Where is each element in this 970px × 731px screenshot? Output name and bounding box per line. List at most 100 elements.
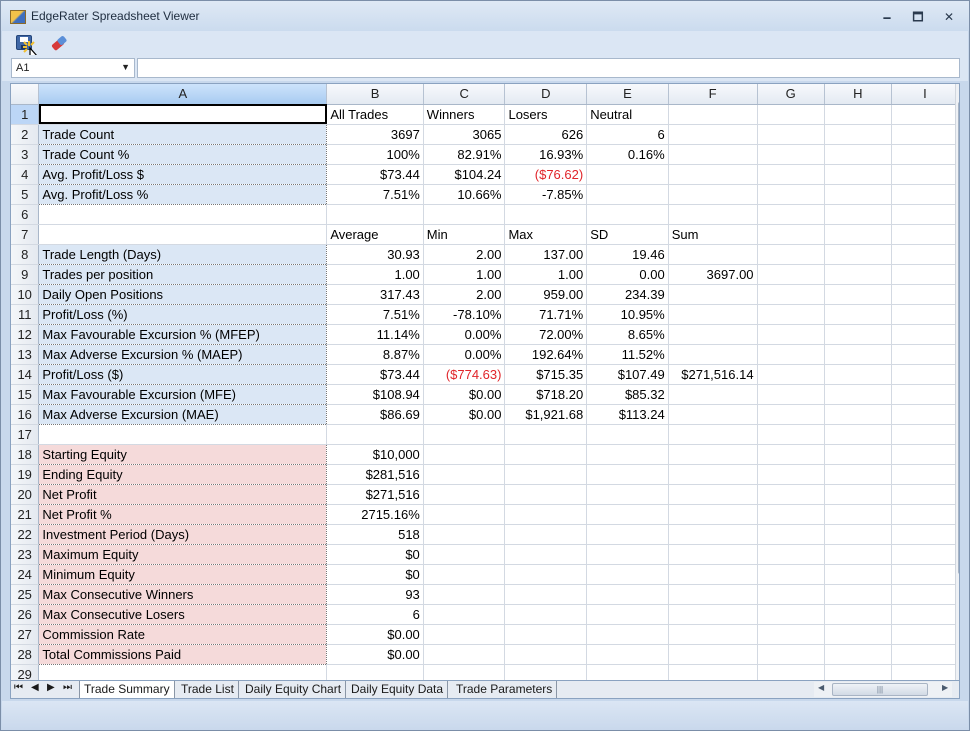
row-header[interactable]: 9	[11, 264, 40, 285]
cell-f6[interactable]	[668, 204, 758, 225]
cell-b25[interactable]: 93	[326, 584, 424, 605]
cell-g17[interactable]	[757, 424, 825, 445]
cell-b14[interactable]: $73.44	[326, 364, 424, 385]
vertical-scrollbar[interactable]: ▲ ≡ ▼	[955, 84, 959, 680]
cell-e12[interactable]: 8.65%	[586, 324, 669, 345]
cell-a14[interactable]: Profit/Loss ($)	[38, 364, 328, 385]
cell-a6[interactable]	[38, 204, 328, 225]
next-sheet-button[interactable]: ▶	[47, 682, 55, 693]
cell-c3[interactable]: 82.91%	[423, 144, 506, 165]
row-header[interactable]: 10	[11, 284, 40, 305]
row-header[interactable]: 18	[11, 444, 40, 465]
cell-g22[interactable]	[757, 524, 825, 545]
cell-h10[interactable]	[824, 284, 892, 305]
scroll-left-icon[interactable]: ◀	[818, 683, 824, 692]
cell-f9[interactable]: 3697.00	[668, 264, 758, 285]
cell-a1[interactable]	[38, 104, 328, 125]
cell-i12[interactable]	[891, 324, 959, 345]
cell-e28[interactable]	[586, 644, 669, 665]
row-header[interactable]: 16	[11, 404, 40, 425]
cell-c4[interactable]: $104.24	[423, 164, 506, 185]
row-header[interactable]: 29	[11, 664, 40, 680]
cell-h24[interactable]	[824, 564, 892, 585]
cell-b18[interactable]: $10,000	[326, 444, 424, 465]
cell-f25[interactable]	[668, 584, 758, 605]
cell-i21[interactable]	[891, 504, 959, 525]
cell-d26[interactable]	[504, 604, 588, 625]
cell-b28[interactable]: $0.00	[326, 644, 424, 665]
cell-d10[interactable]: 959.00	[504, 284, 588, 305]
cell-e4[interactable]	[586, 164, 669, 185]
cell-b10[interactable]: 317.43	[326, 284, 424, 305]
cell-h28[interactable]	[824, 644, 892, 665]
column-header-b[interactable]: B	[326, 84, 424, 105]
cell-e5[interactable]	[586, 184, 669, 205]
row-header[interactable]: 26	[11, 604, 40, 625]
cell-b2[interactable]: 3697	[326, 124, 424, 145]
cell-g21[interactable]	[757, 504, 825, 525]
cell-i20[interactable]	[891, 484, 959, 505]
cell-a12[interactable]: Max Favourable Excursion % (MFEP)	[38, 324, 328, 345]
cell-e27[interactable]	[586, 624, 669, 645]
cell-e25[interactable]	[586, 584, 669, 605]
cell-f19[interactable]	[668, 464, 758, 485]
row-header[interactable]: 4	[11, 164, 40, 185]
cell-h27[interactable]	[824, 624, 892, 645]
cell-e6[interactable]	[586, 204, 669, 225]
column-header-h[interactable]: H	[824, 84, 892, 105]
cell-f4[interactable]	[668, 164, 758, 185]
cell-e29[interactable]	[586, 664, 669, 680]
cell-c17[interactable]	[423, 424, 506, 445]
cell-a24[interactable]: Minimum Equity	[38, 564, 328, 585]
cell-f17[interactable]	[668, 424, 758, 445]
cell-d29[interactable]	[504, 664, 588, 680]
cell-g8[interactable]	[757, 244, 825, 265]
row-header[interactable]: 2	[11, 124, 40, 145]
cell-f22[interactable]	[668, 524, 758, 545]
cell-h2[interactable]	[824, 124, 892, 145]
cell-d7[interactable]: Max	[504, 224, 588, 245]
cell-i10[interactable]	[891, 284, 959, 305]
cell-h6[interactable]	[824, 204, 892, 225]
cell-h25[interactable]	[824, 584, 892, 605]
cell-b5[interactable]: 7.51%	[326, 184, 424, 205]
cell-i16[interactable]	[891, 404, 959, 425]
cell-g26[interactable]	[757, 604, 825, 625]
cell-i28[interactable]	[891, 644, 959, 665]
cell-b8[interactable]: 30.93	[326, 244, 424, 265]
cell-c26[interactable]	[423, 604, 506, 625]
cell-f29[interactable]	[668, 664, 758, 680]
cell-d3[interactable]: 16.93%	[504, 144, 588, 165]
cell-h29[interactable]	[824, 664, 892, 680]
cell-b15[interactable]: $108.94	[326, 384, 424, 405]
row-header[interactable]: 28	[11, 644, 40, 665]
cell-h5[interactable]	[824, 184, 892, 205]
cell-h20[interactable]	[824, 484, 892, 505]
cell-f20[interactable]	[668, 484, 758, 505]
cell-h12[interactable]	[824, 324, 892, 345]
row-header[interactable]: 3	[11, 144, 40, 165]
cell-f16[interactable]	[668, 404, 758, 425]
cell-f12[interactable]	[668, 324, 758, 345]
cell-f23[interactable]	[668, 544, 758, 565]
cell-a20[interactable]: Net Profit	[38, 484, 328, 505]
cell-h15[interactable]	[824, 384, 892, 405]
cell-i6[interactable]	[891, 204, 959, 225]
cell-i25[interactable]	[891, 584, 959, 605]
cell-d23[interactable]	[504, 544, 588, 565]
cell-b12[interactable]: 11.14%	[326, 324, 424, 345]
column-header-f[interactable]: F	[668, 84, 758, 105]
cell-d2[interactable]: 626	[504, 124, 588, 145]
horizontal-scrollbar[interactable]: ◀ ||| ▶	[814, 682, 952, 697]
cell-d1[interactable]: Losers	[504, 104, 588, 125]
cell-e7[interactable]: SD	[586, 224, 669, 245]
cell-g7[interactable]	[757, 224, 825, 245]
cell-i9[interactable]	[891, 264, 959, 285]
cell-e11[interactable]: 10.95%	[586, 304, 669, 325]
cell-c27[interactable]	[423, 624, 506, 645]
cell-g28[interactable]	[757, 644, 825, 665]
sheet-tab-trade-parameters[interactable]: Trade Parameters	[452, 681, 558, 698]
cell-e15[interactable]: $85.32	[586, 384, 669, 405]
cell-g4[interactable]	[757, 164, 825, 185]
cell-h7[interactable]	[824, 224, 892, 245]
